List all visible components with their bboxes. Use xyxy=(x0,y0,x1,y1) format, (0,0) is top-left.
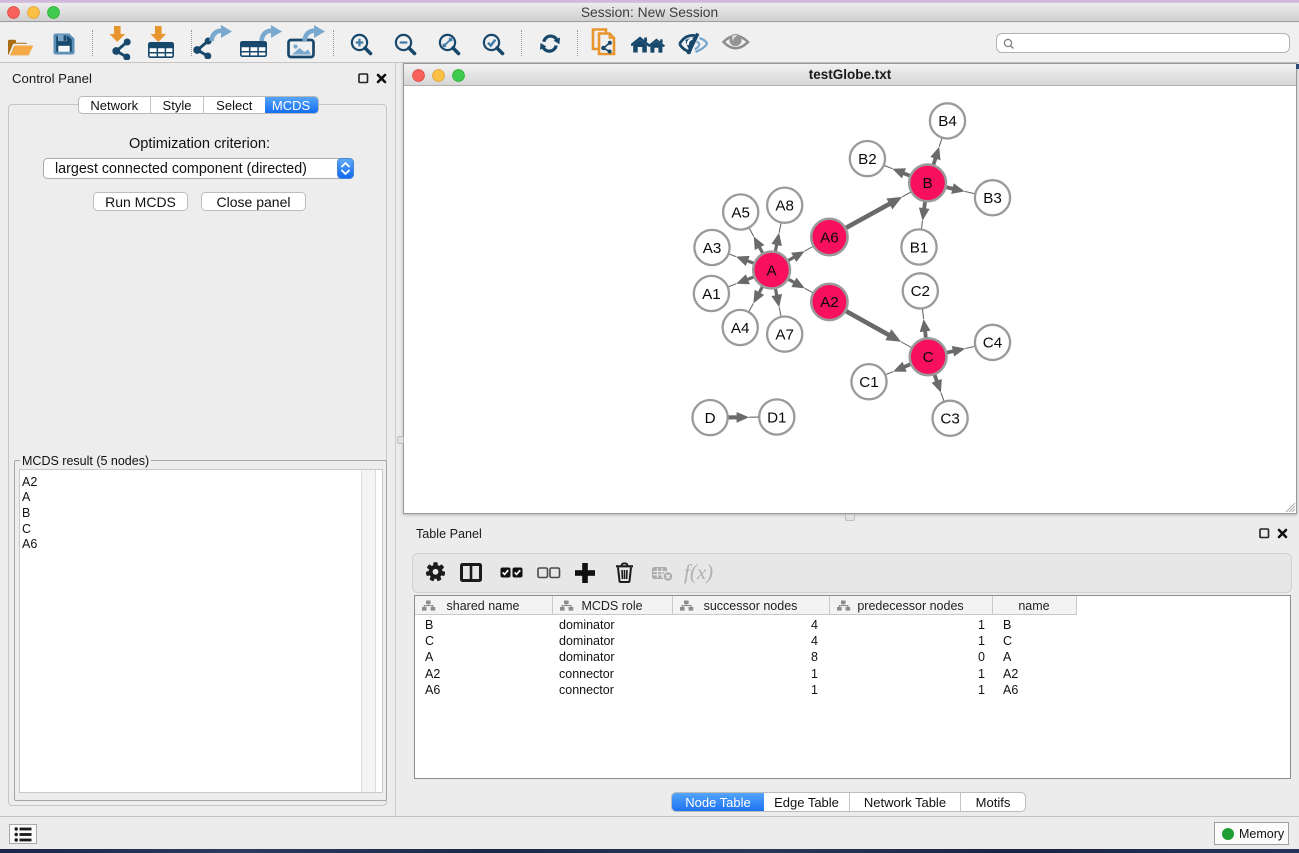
svg-text:A7: A7 xyxy=(775,326,794,343)
svg-text:B2: B2 xyxy=(858,151,877,168)
svg-text:A8: A8 xyxy=(775,198,794,215)
svg-text:C2: C2 xyxy=(911,283,930,300)
svg-text:A6: A6 xyxy=(820,229,839,246)
svg-text:B1: B1 xyxy=(910,239,929,256)
svg-text:C3: C3 xyxy=(940,411,959,428)
svg-text:C1: C1 xyxy=(859,374,878,391)
svg-text:A3: A3 xyxy=(703,240,722,257)
svg-text:C: C xyxy=(923,349,934,366)
svg-text:A2: A2 xyxy=(820,294,839,311)
svg-text:B: B xyxy=(923,175,933,192)
svg-text:D1: D1 xyxy=(767,409,786,426)
svg-text:A4: A4 xyxy=(731,320,750,337)
svg-text:A: A xyxy=(767,262,778,279)
svg-text:A1: A1 xyxy=(702,286,721,303)
svg-text:C4: C4 xyxy=(983,335,1002,352)
svg-text:B4: B4 xyxy=(938,113,957,130)
svg-text:D: D xyxy=(705,410,716,427)
svg-text:A5: A5 xyxy=(731,204,750,221)
svg-text:B3: B3 xyxy=(983,190,1002,207)
